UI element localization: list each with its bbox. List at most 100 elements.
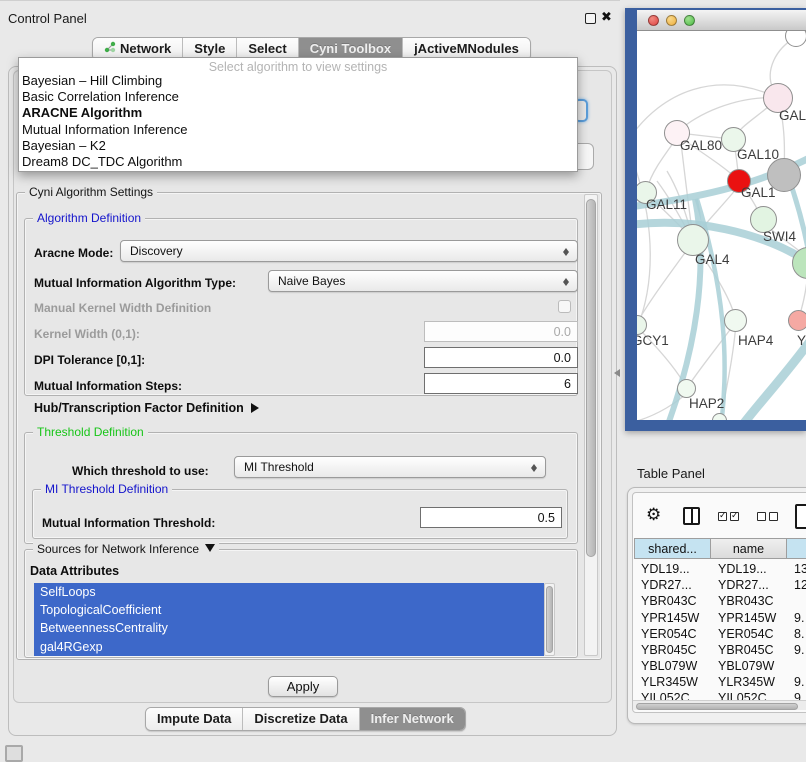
mi-algorithm-type-combobox[interactable]: Naive Bayes (268, 270, 578, 292)
disclosure-down-icon (205, 544, 215, 557)
float-window-icon[interactable] (585, 13, 596, 24)
table-row[interactable]: YDL19...YDL19...13 (634, 562, 806, 578)
combo-arrows-icon (563, 275, 570, 289)
tab-infer-network[interactable]: Infer Network (359, 708, 465, 730)
group-title: Algorithm Definition (33, 211, 145, 225)
which-threshold-combobox[interactable]: MI Threshold (234, 456, 546, 478)
node-label: GAL4 (695, 252, 730, 267)
group-title: MI Threshold Definition (41, 482, 172, 496)
minimize-traffic-light-icon[interactable] (666, 15, 677, 26)
table-hscrollbar-thumb[interactable] (636, 703, 798, 710)
attribute-item-selected[interactable]: TopologicalCoefficient (34, 601, 544, 619)
column-header-name[interactable]: name (711, 538, 787, 559)
table-row[interactable]: YBR045CYBR045C9. (634, 643, 806, 659)
dropdown-item[interactable]: Dream8 DC_TDC Algorithm (19, 154, 577, 170)
column-header-a[interactable]: A (787, 538, 806, 559)
bottom-tabbar: Impute Data Discretize Data Infer Networ… (145, 707, 466, 731)
table-row[interactable]: YBL079WYBL079W (634, 659, 806, 675)
network-node[interactable] (724, 309, 747, 332)
table-header-row: shared... name A (634, 538, 806, 559)
table-hscrollbar-track[interactable] (633, 700, 806, 710)
settings-scrollbar-thumb[interactable] (586, 199, 596, 557)
dropdown-item-selected[interactable]: ARACNE Algorithm (19, 105, 577, 121)
table-row[interactable]: YBR043CYBR043C (634, 594, 806, 610)
checkbox-checked-icon[interactable] (730, 512, 739, 521)
zoom-traffic-light-icon[interactable] (684, 15, 695, 26)
control-panel-title: Control Panel (8, 11, 87, 26)
dropdown-item[interactable]: Bayesian – Hill Climbing (19, 73, 577, 89)
algorithm-dropdown-list: Select algorithm to view settings Bayesi… (18, 57, 578, 172)
data-attributes-list: SelfLoops TopologicalCoefficient Between… (34, 583, 544, 656)
panel-collapse-arrow[interactable] (610, 369, 620, 377)
columns-icon[interactable] (683, 507, 700, 525)
attributes-scrollbar-thumb[interactable] (546, 586, 553, 653)
table-row[interactable]: YDR27...YDR27...12 (634, 578, 806, 594)
node-label: HAP2 (689, 396, 724, 411)
node-label: HAP4 (738, 333, 773, 348)
data-attributes-label: Data Attributes (30, 564, 119, 578)
dock-panel-icon[interactable] (5, 745, 23, 762)
attribute-item-selected[interactable]: gal4RGexp (34, 638, 544, 656)
network-view-window[interactable]: GAL GAL80 GAL10 GAL1 GAL11 SWI4 GAL4 GCY… (625, 8, 806, 431)
apply-button[interactable]: Apply (268, 676, 338, 697)
gear-icon[interactable]: ⚙ (646, 505, 661, 525)
table-panel-title: Table Panel (637, 466, 705, 481)
hub-definition-disclosure[interactable]: Hub/Transcription Factor Definition (34, 401, 264, 415)
attribute-item-selected[interactable]: SelfLoops (34, 583, 544, 601)
dpi-tolerance-input[interactable]: 0.0 (424, 347, 578, 368)
network-canvas[interactable]: GAL GAL80 GAL10 GAL1 GAL11 SWI4 GAL4 GCY… (637, 31, 806, 420)
combo-arrows-icon (531, 461, 538, 475)
checkbox-checked-icon[interactable] (718, 512, 727, 521)
table-row[interactable]: YLR345WYLR345W9. (634, 675, 806, 691)
network-node[interactable] (788, 310, 806, 331)
node-label: SWI4 (763, 229, 796, 244)
attributes-scrollbar-track[interactable] (544, 583, 555, 656)
node-label: GCY1 (637, 333, 669, 348)
aracne-mode-combobox[interactable]: Discovery (120, 240, 578, 262)
combo-arrows-icon (563, 245, 570, 259)
attribute-item-selected[interactable]: BetweennessCentrality (34, 619, 544, 637)
node-label: GAL1 (741, 185, 776, 200)
top-divider (0, 0, 620, 1)
kernel-width-label: Kernel Width (0,1): (34, 327, 140, 341)
table-row[interactable]: YER054CYER054C8. (634, 627, 806, 643)
group-title: Threshold Definition (33, 425, 148, 439)
dropdown-item[interactable]: Bayesian – K2 (19, 138, 577, 154)
table-row[interactable]: YPR145WYPR145W9. (634, 611, 806, 627)
disclosure-right-icon (251, 403, 264, 413)
manual-kernel-width-checkbox[interactable] (558, 300, 571, 313)
node-label: GAL (779, 108, 806, 123)
manual-kernel-width-label: Manual Kernel Width Definition (34, 301, 211, 315)
network-window-titlebar[interactable] (637, 10, 806, 31)
aracne-mode-label: Aracne Mode: (34, 246, 113, 260)
close-traffic-light-icon[interactable] (648, 15, 659, 26)
tab-discretize-data[interactable]: Discretize Data (242, 708, 358, 730)
mi-steps-label: Mutual Information Steps: (34, 379, 182, 393)
sources-disclosure[interactable]: Sources for Network Inference (33, 542, 219, 557)
node-label: GAL80 (680, 138, 722, 153)
node-label: Y (797, 333, 806, 348)
group-title: Cyni Algorithm Settings (25, 185, 157, 199)
dropdown-placeholder: Select algorithm to view settings (19, 58, 577, 73)
mi-steps-input[interactable]: 6 (424, 373, 578, 394)
tab-impute-data[interactable]: Impute Data (146, 708, 242, 730)
column-header-shared-name[interactable]: shared... (634, 538, 711, 559)
page-icon[interactable] (795, 504, 806, 529)
node-label: GAL11 (646, 197, 687, 212)
network-node[interactable] (785, 31, 806, 47)
kernel-width-input: 0.0 (424, 321, 578, 342)
network-icon (104, 41, 116, 56)
checkbox-unchecked-icon[interactable] (757, 512, 766, 521)
settings-scrollbar-track[interactable] (584, 194, 598, 656)
which-threshold-label: Which threshold to use: (72, 464, 209, 478)
dpi-tolerance-label: DPI Tolerance [0,1]: (34, 353, 145, 367)
mi-algorithm-type-label: Mutual Information Algorithm Type: (34, 276, 236, 290)
table-row[interactable]: YIL052CYIL052C9 (634, 691, 806, 700)
node-label: GAL10 (737, 147, 779, 162)
checkbox-unchecked-icon[interactable] (769, 512, 778, 521)
dropdown-item[interactable]: Basic Correlation Inference (19, 89, 577, 105)
dropdown-item[interactable]: Mutual Information Inference (19, 122, 577, 138)
close-icon[interactable]: ✖ (601, 9, 612, 25)
mutual-information-threshold-input[interactable]: 0.5 (420, 507, 562, 528)
mutual-information-threshold-label: Mutual Information Threshold: (42, 516, 215, 530)
